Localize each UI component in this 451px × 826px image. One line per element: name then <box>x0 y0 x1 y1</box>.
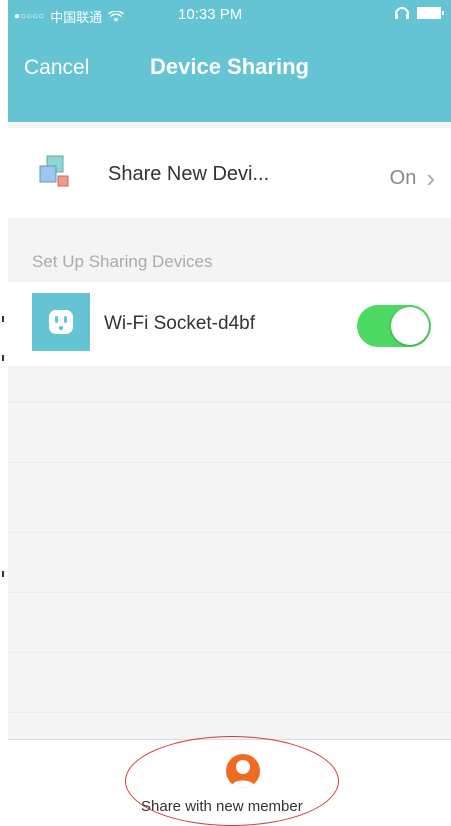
cancel-button[interactable]: Cancel <box>24 56 89 80</box>
header: ●○○○○ 中国联通 10:33 PM Cancel Device Sharin… <box>8 0 451 122</box>
share-new-device-value: On › <box>390 163 435 194</box>
section-header: Set Up Sharing Devices <box>32 252 213 271</box>
main-content: Share New Devi... On › Set Up Sharing De… <box>8 122 451 826</box>
device-row: Wi-Fi Socket-d4bf <box>8 282 451 366</box>
nav-bar: Cancel Device Sharing <box>8 46 451 90</box>
chevron-right-icon: › <box>426 163 435 193</box>
device-name: Wi-Fi Socket-d4bf <box>104 313 255 334</box>
socket-face-icon <box>49 310 73 334</box>
divider <box>8 462 451 463</box>
device-sharing-screen: ●○○○○ 中国联通 10:33 PM Cancel Device Sharin… <box>8 0 451 826</box>
divider <box>8 402 451 403</box>
margin-fragment <box>2 571 4 577</box>
smart-plug-icon <box>32 293 90 351</box>
divider <box>8 712 451 713</box>
wifi-icon <box>108 10 125 22</box>
share-devices-icon <box>39 155 69 187</box>
share-new-device-status: On <box>389 167 417 189</box>
bottom-bar: Share with new member <box>8 736 451 826</box>
carrier-name: 中国联通 <box>50 10 103 25</box>
share-with-new-member-button[interactable]: Share with new member <box>141 798 303 815</box>
status-right <box>395 7 444 19</box>
status-time: 10:33 PM <box>178 6 243 23</box>
share-new-device-label: Share New Devi... <box>108 163 270 185</box>
status-bar: ●○○○○ 中国联通 10:33 PM <box>8 0 451 30</box>
toggle-knob <box>391 307 429 345</box>
divider <box>8 592 451 593</box>
headphones-icon <box>395 7 409 19</box>
divider <box>8 652 451 653</box>
divider <box>8 532 451 533</box>
signal-strength: ●○○○○ <box>14 11 45 22</box>
status-left: ●○○○○ 中国联通 <box>14 7 125 26</box>
left-margin <box>0 0 8 826</box>
person-icon[interactable] <box>226 754 260 788</box>
battery-icon <box>417 7 444 19</box>
device-share-toggle[interactable] <box>357 305 431 347</box>
share-new-device-row[interactable]: Share New Devi... On › <box>8 128 451 218</box>
page-title: Device Sharing <box>150 54 309 79</box>
margin-fragment <box>2 355 4 361</box>
margin-fragment <box>2 316 4 322</box>
